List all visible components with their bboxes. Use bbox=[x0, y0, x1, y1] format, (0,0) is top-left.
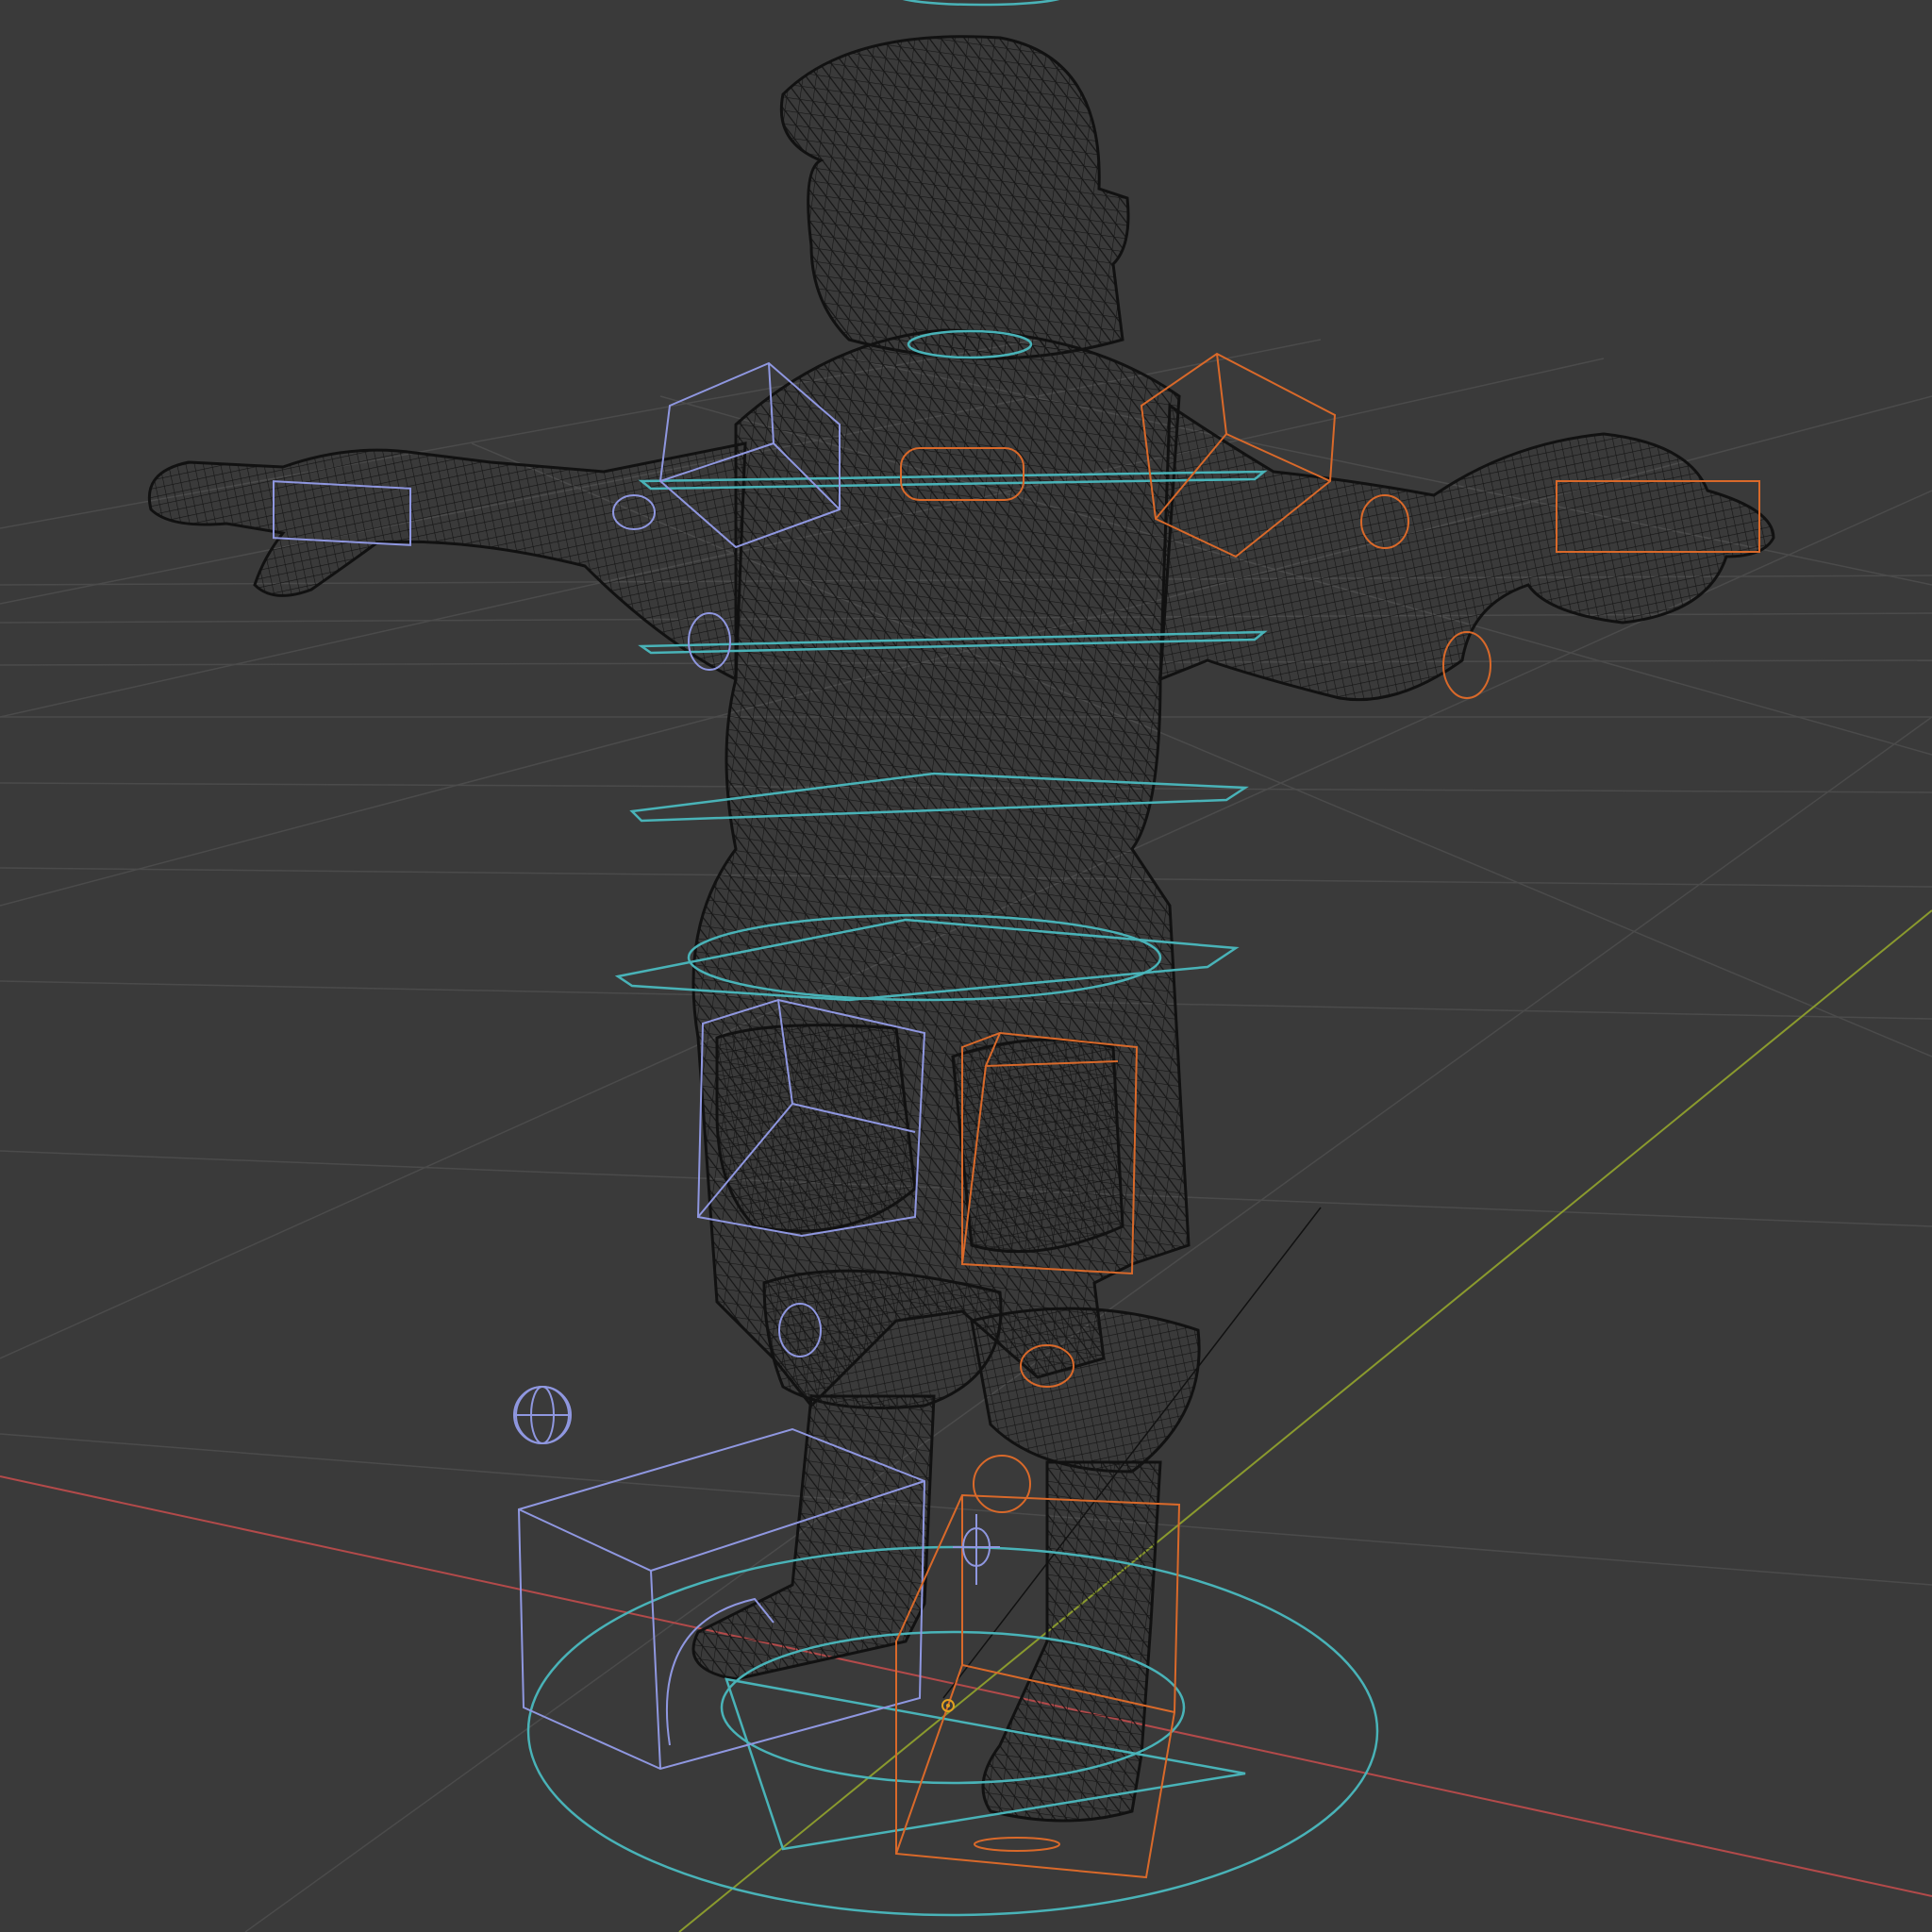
x-axis-line bbox=[0, 1475, 1932, 1897]
head-mesh bbox=[779, 35, 1130, 360]
pouch-right-mesh bbox=[951, 1038, 1124, 1254]
pouch-left-mesh bbox=[715, 1024, 917, 1233]
pivot-gizmo-icon[interactable] bbox=[953, 1514, 1000, 1585]
top-ring-control[interactable] bbox=[896, 0, 1066, 7]
sphere-empty-icon[interactable] bbox=[513, 1386, 572, 1444]
knee-right-mesh bbox=[970, 1307, 1201, 1474]
left-arm-mesh bbox=[147, 441, 747, 682]
3d-viewport[interactable] bbox=[0, 0, 1932, 1932]
torso-mesh bbox=[691, 328, 1191, 1408]
knee-left-mesh bbox=[762, 1269, 1003, 1409]
viewport-canvas[interactable] bbox=[0, 0, 1932, 1932]
leg-right-mesh bbox=[981, 1460, 1162, 1823]
right-foot-ik-control[interactable] bbox=[973, 1455, 1031, 1513]
origin-marker-icon bbox=[941, 1699, 955, 1712]
right-heel-control[interactable] bbox=[974, 1837, 1060, 1852]
